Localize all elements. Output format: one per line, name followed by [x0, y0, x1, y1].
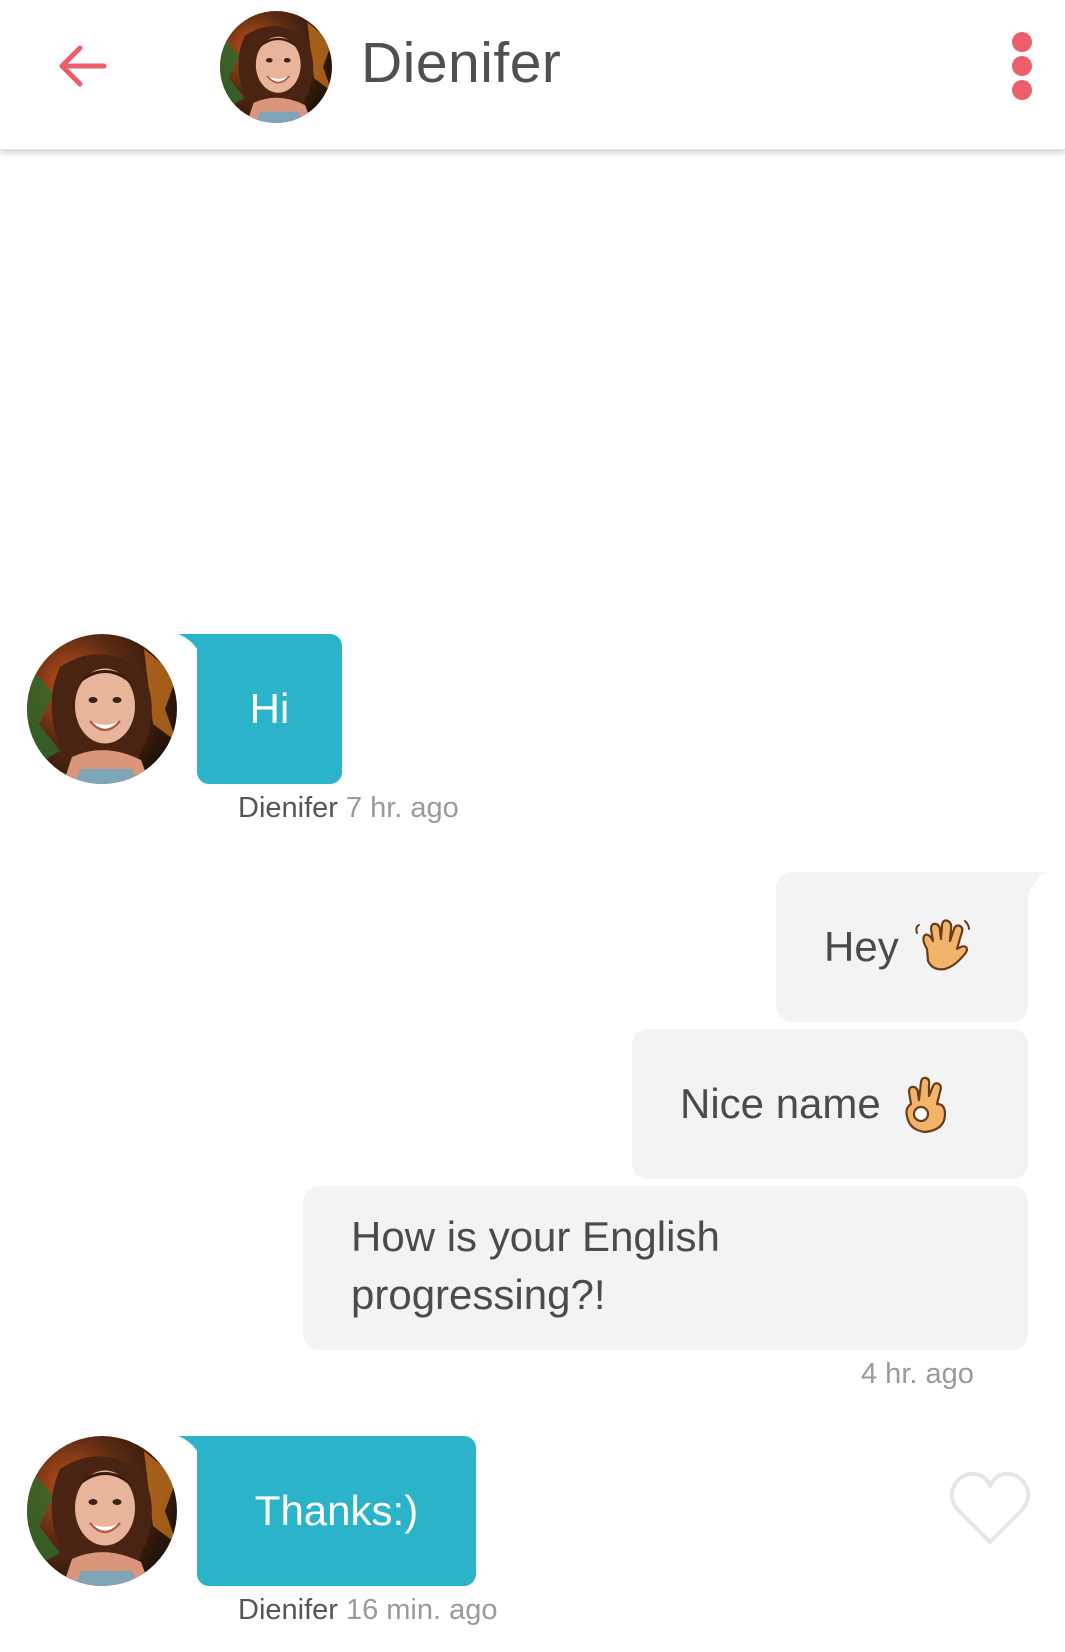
arrow-left-icon	[59, 45, 107, 87]
message-text: Nice name	[680, 1080, 881, 1127]
waving-hand-icon	[915, 919, 970, 971]
message-text: Hi	[249, 685, 290, 732]
contact-name[interactable]: Dienifer	[361, 30, 561, 96]
sender-name: Dienifer	[238, 1594, 338, 1626]
message-time: 16 min. ago	[345, 1594, 498, 1626]
back-button[interactable]	[52, 36, 112, 96]
message-time: 7 hr. ago	[345, 792, 459, 824]
more-options-button[interactable]	[1000, 30, 1044, 102]
message-meta: Dienifer 16 min. ago	[238, 1594, 497, 1627]
sender-avatar[interactable]	[27, 1436, 177, 1586]
heart-outline-icon	[949, 1471, 1031, 1544]
message-bubble-outgoing[interactable]: Hey	[776, 872, 1028, 1022]
message-bubble-incoming[interactable]: Thanks:)	[197, 1436, 476, 1586]
ok-hand-icon	[905, 1076, 946, 1134]
like-button[interactable]	[948, 1470, 1032, 1546]
sender-avatar[interactable]	[27, 634, 177, 784]
sender-name: Dienifer	[238, 792, 338, 824]
message-time: 4 hr. ago	[861, 1358, 974, 1390]
chat-header: Dienifer	[0, 0, 1065, 150]
message-bubble-incoming[interactable]: Hi	[197, 634, 342, 784]
message-meta: Dienifer 7 hr. ago	[238, 792, 459, 825]
message-text-line: progressing?!	[351, 1271, 606, 1318]
message-bubble-outgoing[interactable]: Nice name	[632, 1029, 1028, 1179]
more-vertical-icon	[1012, 32, 1032, 52]
message-bubble-outgoing[interactable]: How is your English progressing?!	[303, 1186, 1028, 1350]
contact-avatar[interactable]	[220, 11, 332, 123]
message-text: Hey	[824, 923, 899, 970]
message-text: Thanks:)	[254, 1487, 419, 1534]
message-text-line: How is your English	[351, 1213, 720, 1260]
